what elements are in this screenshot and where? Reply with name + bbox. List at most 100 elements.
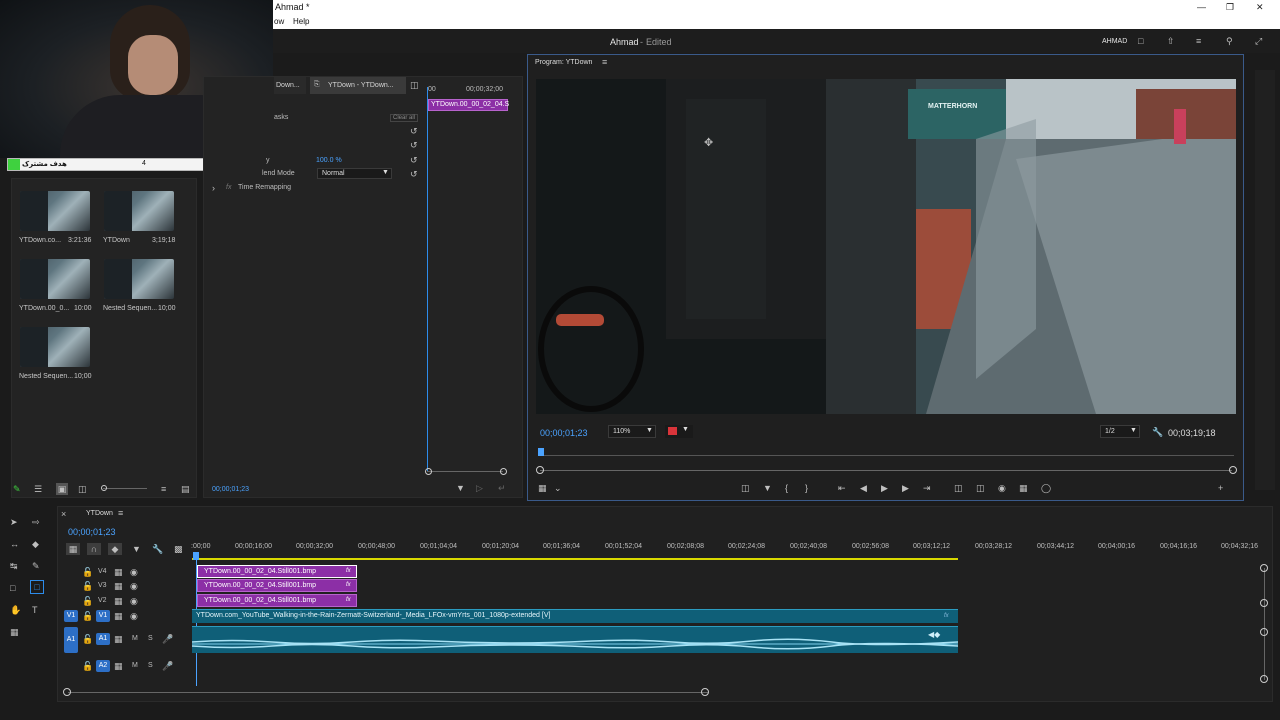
sequence-menu-icon[interactable]: ≡: [118, 507, 123, 519]
slip-tool-icon[interactable]: ↹: [10, 560, 18, 572]
timeline-clip-v3[interactable]: YTDown.00_00_02_04.Still001.bmp fx: [197, 579, 357, 592]
captions-icon[interactable]: ▩: [174, 543, 183, 555]
icon-view-icon[interactable]: ▣: [56, 483, 68, 495]
pencil-icon[interactable]: ✎: [13, 483, 21, 495]
reset-icon[interactable]: ↺: [410, 168, 418, 180]
ec-zoom-slider[interactable]: [427, 471, 503, 472]
timeline-clip-v2[interactable]: YTDown.00_00_02_04.Still001.bmp fx: [197, 594, 357, 607]
sequence-tab-name[interactable]: YTDown: [86, 510, 113, 517]
play-icon[interactable]: ▶: [881, 482, 888, 494]
add-button-icon[interactable]: +: [1218, 482, 1223, 494]
work-area-bar[interactable]: [192, 558, 958, 560]
vr-icon[interactable]: ◯: [1041, 482, 1051, 494]
v-scroll-handle-top[interactable]: [1260, 564, 1268, 572]
panel-options-icon[interactable]: ◫: [410, 79, 419, 91]
reset-icon[interactable]: ↺: [410, 125, 418, 137]
freeform-view-icon[interactable]: ◫: [78, 483, 87, 495]
solo-button[interactable]: S: [148, 662, 153, 669]
step-forward-icon[interactable]: ▶: [902, 482, 909, 494]
lock-icon[interactable]: 🔓: [82, 566, 93, 578]
razor-tool-icon[interactable]: ◆: [32, 538, 39, 550]
go-to-out-icon[interactable]: ⇥: [923, 482, 931, 494]
fit-icon[interactable]: ▦: [538, 482, 547, 494]
lift-icon[interactable]: ◫: [741, 482, 750, 494]
hand-tool-icon[interactable]: ✋: [10, 604, 21, 616]
reset-icon[interactable]: ↺: [410, 154, 418, 166]
program-scroll-bar[interactable]: [540, 470, 1232, 471]
microphone-icon[interactable]: 🎤: [162, 633, 173, 645]
sync-lock-icon[interactable]: ▦: [114, 660, 123, 672]
ec-zoom-handle-left[interactable]: [425, 468, 432, 475]
wrench-icon[interactable]: 🔧: [152, 543, 163, 555]
track-label-a2[interactable]: A2: [96, 660, 110, 672]
zoom-slider-handle[interactable]: [101, 485, 107, 491]
restore-icon[interactable]: ❐: [1226, 1, 1234, 13]
timeline-scroll-handle-right[interactable]: [701, 688, 709, 696]
close-sequence-icon[interactable]: ×: [61, 508, 66, 520]
ec-clip-bar[interactable]: YTDown.00_00_02_04.S: [428, 99, 509, 111]
linked-selection-icon[interactable]: ◆: [108, 543, 122, 555]
eye-icon[interactable]: ◉: [130, 610, 138, 622]
time-remapping-label[interactable]: Time Remapping: [238, 184, 291, 191]
type-tool-icon[interactable]: T: [32, 604, 38, 616]
scroll-handle-left[interactable]: [536, 466, 544, 474]
track-label-v1[interactable]: V1: [96, 610, 110, 622]
program-time-ruler[interactable]: [538, 450, 1234, 456]
tab-ytdown-sequence[interactable]: ⎘ YTDown - YTDown...: [310, 77, 406, 94]
program-video-frame[interactable]: MATTERHORN ✥: [536, 79, 1236, 414]
track-label-a1[interactable]: A1: [96, 633, 110, 645]
mark-in-icon[interactable]: {: [785, 482, 788, 494]
eye-icon[interactable]: ◉: [130, 566, 138, 578]
menu-item-window[interactable]: ow: [274, 17, 284, 26]
camera-icon[interactable]: ◉: [998, 482, 1006, 494]
blend-mode-select[interactable]: Normal ▼: [317, 168, 392, 179]
add-marker-icon[interactable]: ▼: [132, 543, 141, 555]
program-timecode[interactable]: 00;00;01;23: [540, 428, 588, 438]
insert-nested-icon[interactable]: ▦: [66, 543, 80, 555]
list-view-icon[interactable]: ☰: [34, 483, 42, 495]
bin-thumb-1[interactable]: [20, 191, 90, 231]
timeline-h-scroll[interactable]: [68, 692, 708, 693]
sort-icon[interactable]: ≡: [161, 483, 166, 495]
clear-all-button[interactable]: Clear all: [390, 114, 419, 122]
sync-lock-icon[interactable]: ▦: [114, 566, 123, 578]
workspace-menu-icon[interactable]: ≡: [1196, 35, 1201, 47]
timeline-clip-v1[interactable]: YTDown.com_YouTube_Walking-in-the-Rain-Z…: [192, 609, 958, 623]
mark-out-icon[interactable]: }: [805, 482, 808, 494]
chevron-down-icon[interactable]: ⌄: [554, 482, 562, 494]
solo-button[interactable]: S: [148, 635, 153, 642]
lock-icon[interactable]: 🔓: [82, 610, 93, 622]
filter-icon[interactable]: ▼: [456, 482, 465, 494]
ripple-edit-icon[interactable]: ↔: [10, 538, 19, 550]
zoom-select[interactable]: 110% ▼: [608, 425, 656, 438]
add-marker-icon[interactable]: ▼: [763, 482, 772, 494]
snap-icon[interactable]: ∩: [87, 543, 101, 555]
timeline-clip-a1[interactable]: ◀◆: [192, 626, 958, 653]
bin-thumb-2[interactable]: [104, 191, 174, 231]
panel-toggle-icon[interactable]: □: [1138, 35, 1143, 47]
lock-icon[interactable]: 🔓: [82, 660, 93, 672]
share-icon[interactable]: ⇧: [1167, 35, 1175, 47]
mute-button[interactable]: M: [132, 635, 138, 642]
overwrite-icon[interactable]: ◫: [976, 482, 985, 494]
sync-lock-icon[interactable]: ▦: [114, 633, 123, 645]
wrench-icon[interactable]: 🔧: [1152, 426, 1163, 438]
selection-tool-icon[interactable]: ➤: [10, 516, 18, 528]
ec-zoom-handle-right[interactable]: [500, 468, 507, 475]
mute-button[interactable]: M: [132, 662, 138, 669]
source-patch-v1[interactable]: V1: [64, 610, 78, 622]
ec-playhead[interactable]: [427, 87, 428, 471]
timeline-clip-v4[interactable]: YTDown.00_00_02_04.Still001.bmp fx: [197, 565, 357, 578]
sync-lock-icon[interactable]: ▦: [114, 610, 123, 622]
source-patch-a1[interactable]: A1: [64, 627, 78, 653]
marquee-tool-icon[interactable]: □: [30, 580, 44, 594]
reset-icon[interactable]: ↺: [410, 139, 418, 151]
ec-timecode[interactable]: 00;00;01;23: [212, 486, 249, 493]
fullscreen-icon[interactable]: ⤢: [1255, 35, 1262, 47]
microphone-icon[interactable]: 🎤: [162, 660, 173, 672]
panel-menu-icon[interactable]: ≡: [602, 56, 607, 68]
lock-icon[interactable]: 🔓: [82, 633, 93, 645]
v-scroll-handle-audio[interactable]: [1260, 628, 1268, 636]
bin-thumb-3[interactable]: [20, 259, 90, 299]
search-icon[interactable]: ⚲: [1226, 35, 1233, 47]
